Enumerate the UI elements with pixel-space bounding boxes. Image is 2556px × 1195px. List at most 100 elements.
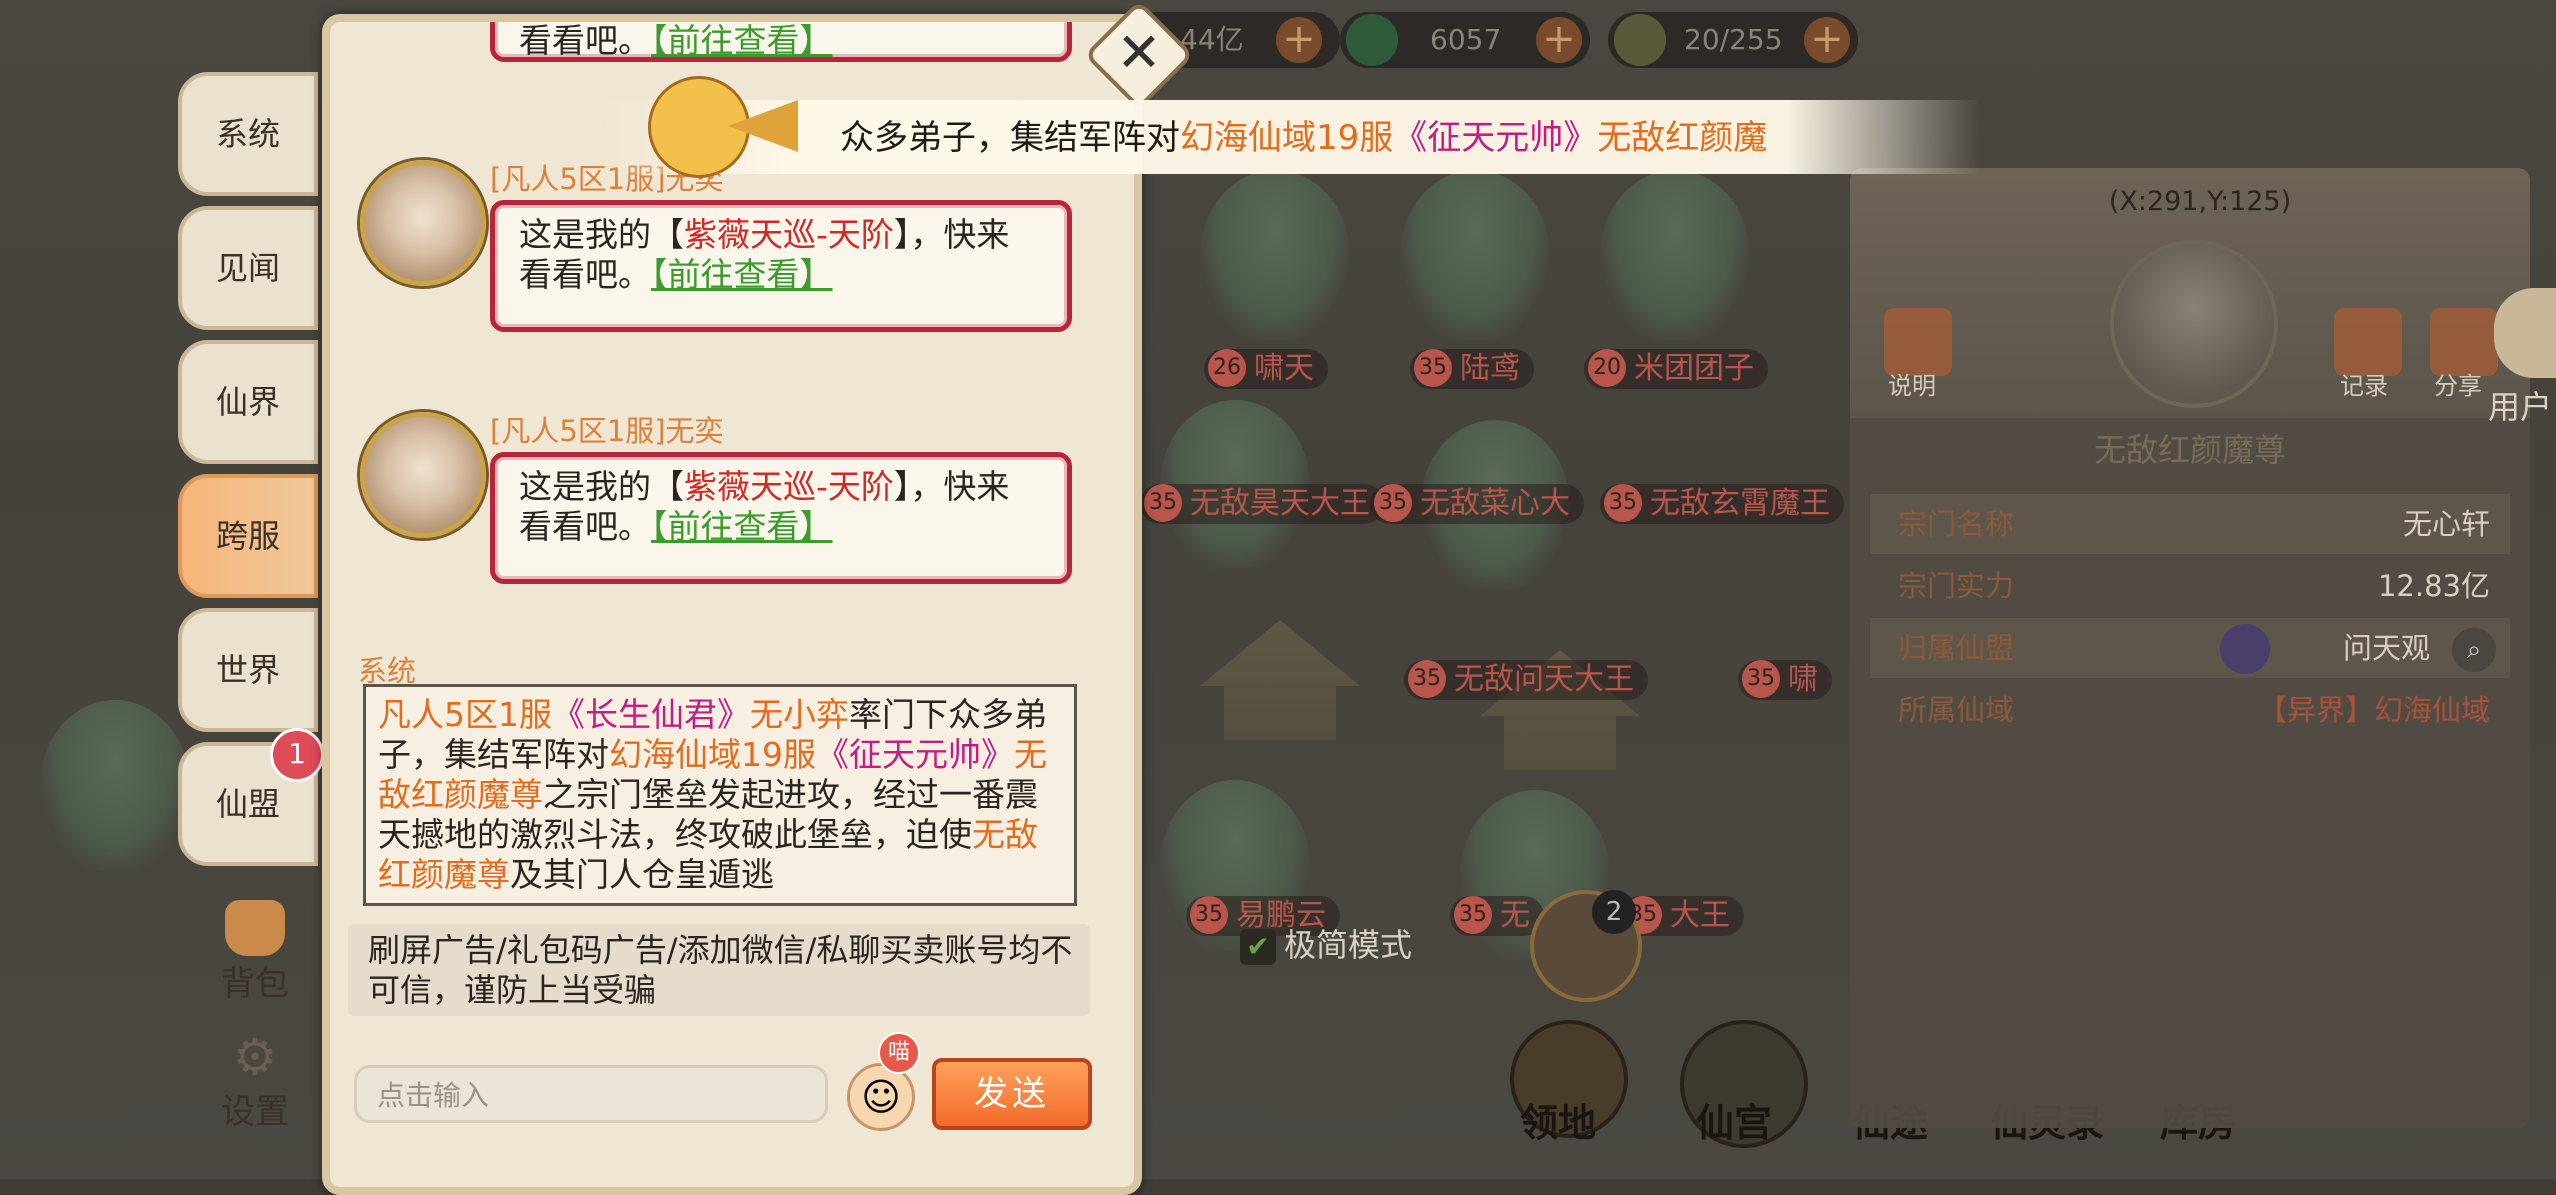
alliance-unread-badge: 1 (270, 728, 324, 782)
level-badge: 35 (1190, 896, 1228, 934)
add-icon[interactable]: + (1536, 17, 1582, 63)
view-link[interactable]: 【前往查看】 (651, 22, 833, 60)
view-link[interactable]: 【前往查看】 (651, 255, 833, 294)
row-label: 归属仙盟 (1898, 631, 2015, 665)
row-label: 所属仙域 (1898, 693, 2015, 727)
player-name: 无敌昊天大王 (1190, 486, 1370, 521)
server-name: 幻海仙域19服 (1180, 118, 1394, 158)
tab-news[interactable]: 见闻 (178, 206, 318, 330)
avatar[interactable] (360, 160, 486, 286)
map-player-tag[interactable]: 20 米团团子 (1584, 349, 1768, 389)
tab-cross-server[interactable]: 跨服 (178, 474, 318, 598)
settings-button[interactable]: ⚙ 设置 (190, 1030, 320, 1140)
tab-world[interactable]: 世界 (178, 608, 318, 732)
message-text: 这是我的【 (519, 467, 684, 506)
resource-value: 44亿 (1180, 23, 1244, 56)
row-value: 问天观 (2342, 631, 2430, 665)
chat-input[interactable]: 点击输入 (354, 1065, 828, 1123)
map-player-tag[interactable]: 35 啸 (1738, 660, 1832, 700)
send-button[interactable]: 发送 (932, 1058, 1092, 1130)
gear-icon: ⚙ (232, 1028, 278, 1086)
tree-decoration (1200, 170, 1350, 340)
map-player-tag[interactable]: 35 无 (1450, 896, 1544, 936)
player-name: 大王 (1670, 898, 1730, 933)
level-badge: 35 (1454, 896, 1492, 934)
stamina-icon (1614, 14, 1666, 66)
map-player-tag[interactable]: 35 无敌菜心大 (1370, 484, 1584, 524)
message-text: 】，快来 (893, 467, 1010, 506)
player-name: 陆鸢 (1460, 351, 1520, 386)
alliance-emblem-icon (2220, 624, 2270, 674)
settings-label: 设置 (221, 1092, 289, 1132)
avatar[interactable] (360, 412, 486, 538)
resource-energy: 6057 + (1340, 12, 1590, 68)
level-badge: 20 (1588, 349, 1626, 387)
player-name: 无敌红颜魔 (1597, 118, 1768, 158)
tree-decoration (1400, 170, 1550, 340)
view-link[interactable]: 【前往查看】 (651, 507, 833, 546)
coordinates: (X:291,Y:125) (2108, 186, 2292, 217)
player-title: 《征天元帅》 (816, 735, 1014, 774)
level-badge: 26 (1208, 349, 1246, 387)
info-label[interactable]: 说明 (1888, 366, 1936, 401)
map-player-tag[interactable]: 35 无敌昊天大王 (1140, 484, 1384, 524)
megaphone-icon (648, 70, 848, 180)
bag-button[interactable]: 背包 (190, 900, 320, 1010)
item-name[interactable]: 紫薇天巡-天阶 (684, 215, 894, 254)
search-icon[interactable]: ⌕ (2452, 628, 2496, 672)
close-icon[interactable]: ✕ (1100, 14, 1178, 92)
group-count-badge: 2 (1592, 890, 1636, 934)
record-label[interactable]: 记录 (2340, 366, 2388, 401)
level-badge: 35 (1414, 349, 1452, 387)
simple-mode-toggle[interactable]: ✔ 极简模式 (1240, 922, 1412, 968)
nav-palace[interactable]: 仙宫 (1696, 1092, 1772, 1147)
message-text: 看看吧。 (519, 22, 651, 60)
chat-bubble: 这是我的【紫薇天巡-天阶】，快来 看看吧。【前往查看】 (490, 200, 1072, 332)
message-text: 及其门人仓皇遁逃 (510, 855, 774, 894)
level-badge: 35 (1742, 660, 1780, 698)
player-name: 米团团子 (1634, 351, 1754, 386)
tab-system[interactable]: 系统 (178, 72, 318, 196)
chat-bubble: 看看吧。【前往查看】 (490, 22, 1072, 62)
sender-name[interactable]: [凡人5区1服]无奕 (490, 408, 724, 450)
map-player-tag[interactable]: 35 无敌问天大王 (1404, 660, 1648, 700)
message-text: 】，快来 (893, 215, 1010, 254)
level-badge: 35 (1604, 484, 1642, 522)
message-text: 这是我的【 (519, 215, 684, 254)
simple-mode-label: 极简模式 (1284, 926, 1413, 964)
marquee-message: 众多弟子，集结军阵对 (840, 118, 1180, 158)
player-title: 《长生仙君》 (552, 695, 750, 734)
pagoda-decoration (1200, 620, 1360, 740)
row-label: 宗门名称 (1898, 507, 2015, 541)
share-label[interactable]: 分享 (2434, 366, 2482, 401)
emoji-badge: 喵 (878, 1032, 920, 1074)
level-badge: 35 (1408, 660, 1446, 698)
player-name[interactable]: 无小弈 (750, 695, 849, 734)
server-name: 凡人5区1服 (378, 695, 552, 734)
user-icon[interactable] (2494, 288, 2556, 378)
chat-bubble: 这是我的【紫薇天巡-天阶】，快来 看看吧。【前往查看】 (490, 452, 1072, 584)
tab-immortal-realm[interactable]: 仙界 (178, 340, 318, 464)
map-player-tag[interactable]: 35 陆鸢 (1410, 349, 1534, 389)
map-player-tag[interactable]: 26 啸天 (1204, 349, 1328, 389)
jade-icon (1346, 14, 1398, 66)
item-name[interactable]: 紫薇天巡-天阶 (684, 467, 894, 506)
user-button-label[interactable]: 用户 (2488, 382, 2552, 428)
info-row-alliance: 归属仙盟 问天观 ⌕ (1870, 618, 2510, 678)
player-name: 无敌玄霄魔王 (1650, 486, 1830, 521)
nav-territory[interactable]: 领地 (1520, 1092, 1596, 1147)
player-name: 啸 (1788, 662, 1818, 697)
player-title: 《征天元帅》 (1393, 118, 1598, 158)
add-icon[interactable]: + (1276, 17, 1322, 63)
message-text: 看看吧。 (519, 507, 651, 546)
map-player-tag[interactable]: 35 无敌玄霄魔王 (1600, 484, 1844, 524)
scam-warning: 刷屏广告/礼包码广告/添加微信/私聊买卖账号均不可信，谨防上当受骗 (348, 924, 1090, 1016)
bag-icon (225, 900, 285, 956)
level-badge: 35 (1374, 484, 1412, 522)
sect-leader-name: 无敌红颜魔尊 (2093, 431, 2286, 469)
server-name: 幻海仙域19服 (609, 735, 816, 774)
player-name: 啸天 (1254, 351, 1314, 386)
add-icon[interactable]: + (1804, 17, 1850, 63)
player-name: 无敌菜心大 (1420, 486, 1570, 521)
emoji-icon[interactable]: ☺ (847, 1063, 915, 1131)
